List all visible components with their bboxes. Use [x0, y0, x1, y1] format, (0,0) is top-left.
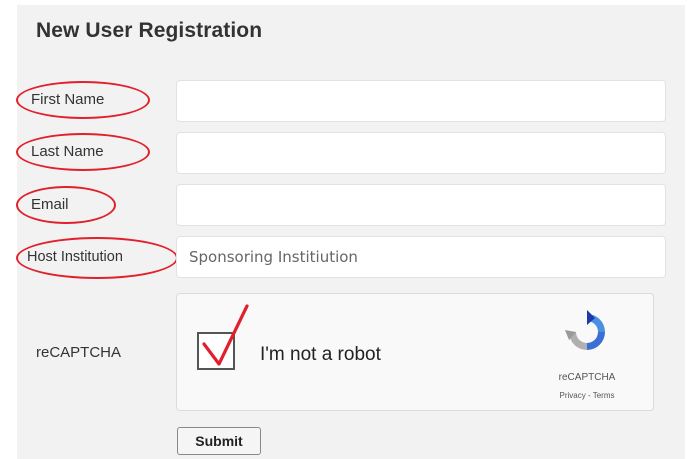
recaptcha-widget: I'm not a robot reCAPTCHA Privacy - Term…	[176, 293, 654, 411]
first-name-label: First Name	[31, 91, 105, 108]
email-label: Email	[31, 196, 69, 213]
submit-button[interactable]: Submit	[177, 427, 261, 455]
recaptcha-logo-icon	[565, 310, 605, 350]
host-institution-label: Host Institution	[27, 249, 123, 265]
recaptcha-checkbox-label: I'm not a robot	[260, 344, 381, 365]
recaptcha-privacy-terms[interactable]: Privacy - Terms	[542, 391, 632, 400]
host-institution-field[interactable]	[176, 236, 666, 278]
page-title: New User Registration	[36, 19, 263, 42]
recaptcha-label: reCAPTCHA	[36, 344, 122, 361]
email-field[interactable]	[176, 184, 666, 226]
last-name-label: Last Name	[31, 143, 104, 160]
last-name-field[interactable]	[176, 132, 666, 174]
first-name-field[interactable]	[176, 80, 666, 122]
checkmark-icon	[202, 304, 249, 366]
recaptcha-brand-text: reCAPTCHA	[558, 372, 616, 383]
